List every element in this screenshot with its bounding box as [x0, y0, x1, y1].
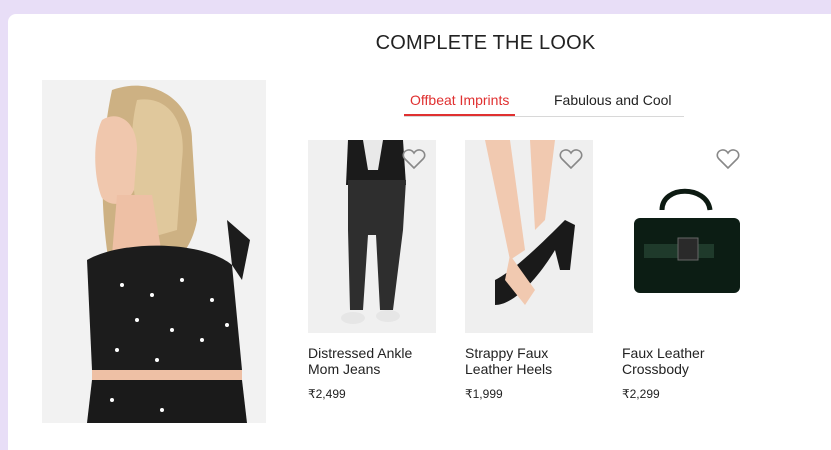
product-name[interactable]: Strappy Faux Leather Heels: [465, 345, 595, 377]
look-tabs: Offbeat Imprints Fabulous and Cool: [404, 92, 684, 117]
section-title: COMPLETE THE LOOK: [375, 32, 596, 54]
product-name[interactable]: Distressed Ankle Mom Jeans: [308, 345, 438, 377]
heart-icon[interactable]: [402, 148, 426, 170]
product-image-crossbody[interactable]: [622, 140, 750, 333]
heart-icon[interactable]: [559, 148, 583, 170]
product-card[interactable]: Strappy Faux Leather Heels ₹1,999: [465, 140, 595, 401]
product-image-heels[interactable]: [465, 140, 593, 333]
product-image-jeans[interactable]: [308, 140, 436, 333]
product-price: ₹1,999: [465, 387, 503, 401]
product-card[interactable]: Distressed Ankle Mom Jeans ₹2,499: [308, 140, 438, 401]
heart-icon[interactable]: [716, 148, 740, 170]
product-name[interactable]: Faux Leather Crossbody: [622, 345, 752, 377]
product-price: ₹2,499: [308, 387, 346, 401]
tab-offbeat-imprints[interactable]: Offbeat Imprints: [404, 92, 516, 116]
tab-fabulous-and-cool[interactable]: Fabulous and Cool: [548, 92, 678, 114]
hero-model-image: [42, 80, 266, 423]
product-price: ₹2,299: [622, 387, 660, 401]
product-card[interactable]: Faux Leather Crossbody ₹2,299: [622, 140, 752, 401]
